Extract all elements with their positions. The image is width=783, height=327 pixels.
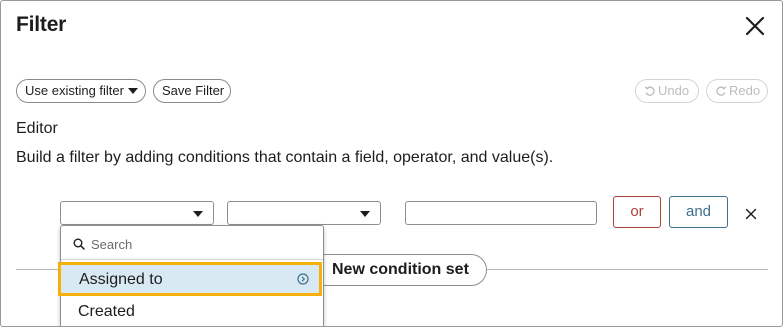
caret-down-icon	[360, 211, 370, 217]
editor-heading: Editor	[16, 120, 58, 137]
new-condition-set-button[interactable]: New condition set	[301, 254, 487, 286]
use-existing-filter-button[interactable]: Use existing filter	[16, 79, 146, 103]
dropdown-search-input[interactable]	[91, 235, 311, 253]
dropdown-option-label: Assigned to	[79, 271, 163, 288]
undo-label: Undo	[658, 83, 690, 98]
save-filter-label: Save Filter	[162, 83, 225, 98]
or-button[interactable]: or	[613, 196, 661, 228]
dialog-title: Filter	[16, 13, 67, 36]
caret-down-icon	[193, 211, 203, 217]
close-button[interactable]	[743, 14, 767, 38]
filter-dialog: Filter Use existing filter Save Filter U…	[0, 0, 783, 327]
field-dropdown-menu: Assigned to Created	[58, 225, 324, 326]
save-filter-button[interactable]: Save Filter	[153, 79, 231, 103]
undo-button[interactable]: Undo	[635, 79, 699, 103]
dropdown-search	[61, 226, 323, 260]
dropdown-option-assigned-to[interactable]: Assigned to	[58, 262, 322, 296]
new-condition-set-label: New condition set	[332, 261, 469, 278]
chevron-right-circle-icon	[297, 273, 309, 285]
redo-icon	[716, 86, 727, 96]
redo-label: Redo	[729, 83, 761, 98]
editor-description: Build a filter by adding conditions that…	[16, 149, 554, 166]
search-icon	[73, 238, 85, 250]
operator-select[interactable]	[227, 201, 381, 225]
redo-button[interactable]: Redo	[706, 79, 768, 103]
use-existing-filter-label: Use existing filter	[25, 83, 124, 98]
remove-condition-button[interactable]	[745, 207, 757, 220]
close-icon	[745, 16, 765, 36]
caret-down-icon	[127, 88, 138, 94]
undo-icon	[644, 86, 655, 96]
dropdown-option-label: Created	[78, 303, 135, 320]
field-select[interactable]	[60, 201, 214, 225]
and-button[interactable]: and	[669, 196, 728, 228]
value-input[interactable]	[405, 201, 597, 225]
dropdown-option-created[interactable]: Created	[62, 296, 322, 326]
close-icon	[745, 208, 757, 220]
